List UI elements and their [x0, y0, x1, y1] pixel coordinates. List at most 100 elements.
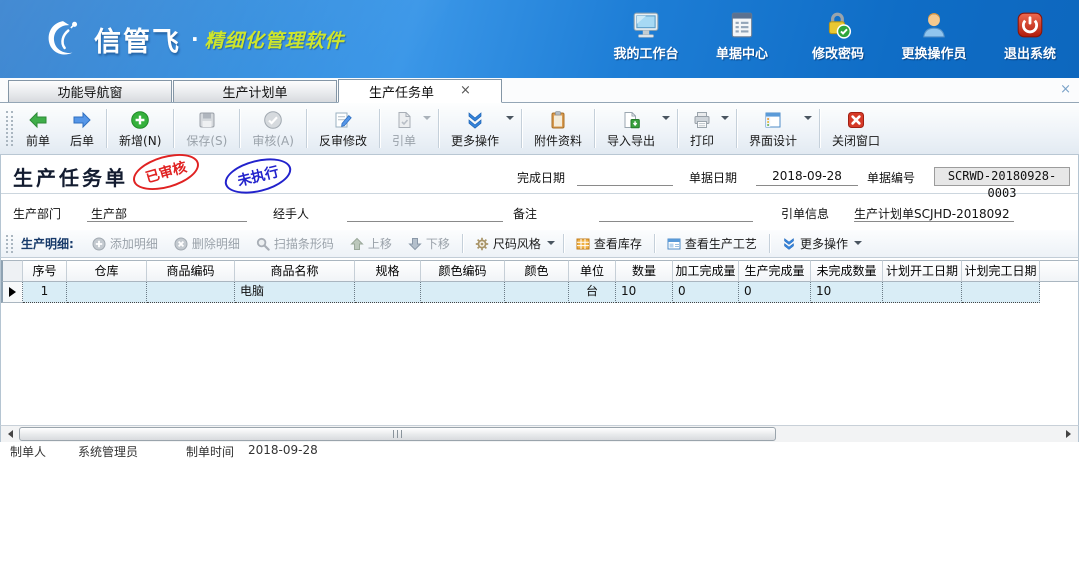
handler-label: 经手人	[273, 205, 309, 222]
move-down-button[interactable]: 下移	[400, 232, 458, 255]
cell-processed[interactable]: 0	[673, 282, 739, 303]
edit-pencil-icon	[333, 110, 353, 130]
add-detail-button[interactable]: 添加明细	[84, 232, 166, 255]
cell-product-name[interactable]: 电脑	[235, 282, 355, 303]
view-process-button[interactable]: 查看生产工艺	[659, 232, 765, 255]
up-arrow-icon	[350, 237, 364, 251]
print-button[interactable]: 打印	[680, 103, 734, 154]
pull-bill-button[interactable]: 引单	[382, 103, 436, 154]
size-style-button[interactable]: 尺码风格	[467, 232, 559, 255]
close-red-icon	[846, 110, 866, 130]
next-bill-button[interactable]: 后单	[60, 103, 104, 154]
prev-bill-button[interactable]: 前单	[16, 103, 60, 154]
form-title: 生产任务单	[13, 162, 128, 191]
cell-color[interactable]	[505, 282, 569, 303]
exit-system-button[interactable]: 退出系统	[995, 10, 1065, 62]
cell-product-code[interactable]	[147, 282, 235, 303]
department-field[interactable]: 生产部	[87, 205, 247, 222]
column-header[interactable]: 单位	[569, 260, 616, 282]
column-header[interactable]: 数量	[616, 260, 673, 282]
arrow-right-icon	[72, 110, 92, 130]
column-header[interactable]: 商品名称	[235, 260, 355, 282]
column-header[interactable]: 加工完成量	[673, 260, 739, 282]
detail-more-actions-button[interactable]: 更多操作	[774, 232, 866, 255]
column-header[interactable]: 计划开工日期	[883, 260, 962, 282]
cell-plan-start[interactable]	[883, 282, 962, 303]
cell-plan-finish[interactable]	[962, 282, 1040, 303]
horizontal-scrollbar[interactable]	[0, 425, 1079, 442]
more-actions-button[interactable]: 更多操作	[441, 103, 519, 154]
exit-system-power-icon	[1015, 10, 1045, 40]
time-value: 2018-09-28	[248, 443, 318, 457]
row-selector-cell[interactable]	[1, 282, 23, 303]
cell-spec[interactable]	[355, 282, 421, 303]
column-header[interactable]: 序号	[23, 260, 67, 282]
dropdown-arrow-icon	[804, 116, 812, 124]
cell-unit[interactable]: 台	[569, 282, 616, 303]
scroll-right-button[interactable]	[1061, 426, 1078, 442]
scroll-left-button[interactable]	[1, 426, 18, 442]
toolbar-drag-handle[interactable]	[6, 111, 13, 146]
detail-separator	[462, 234, 463, 253]
toolbar-separator	[173, 109, 174, 148]
attachments-button[interactable]: 附件资料	[524, 103, 592, 154]
column-header[interactable]: 未完成数量	[811, 260, 883, 282]
cell-produced[interactable]: 0	[739, 282, 811, 303]
delete-detail-button[interactable]: 删除明细	[166, 232, 248, 255]
toolbar-separator	[239, 109, 240, 148]
my-workbench-button[interactable]: 我的工作台	[611, 10, 681, 62]
tab-production-task[interactable]: 生产任务单 ×	[338, 79, 502, 103]
table-row[interactable]: 1 电脑 台 10 0 0 10	[1, 282, 1078, 303]
import-export-button[interactable]: 导入导出	[597, 103, 675, 154]
grid-header-row: 序号 仓库 商品编码 商品名称 规格 颜色编码 颜色 单位 数量 加工完成量 生…	[1, 260, 1078, 282]
inventory-grid-icon	[576, 237, 590, 251]
detail-separator	[654, 234, 655, 253]
toolbar-separator	[438, 109, 439, 148]
cell-seq[interactable]: 1	[23, 282, 67, 303]
tab-function-navigator[interactable]: 功能导航窗	[8, 80, 172, 102]
finish-date-field[interactable]	[577, 169, 673, 186]
scrollbar-thumb[interactable]	[19, 427, 776, 441]
add-new-button[interactable]: 新增(N)	[109, 103, 171, 154]
detail-section-label: 生产明细:	[21, 235, 74, 252]
bill-no-field[interactable]: SCRWD-20180928-0003	[934, 167, 1070, 186]
move-up-button[interactable]: 上移	[342, 232, 400, 255]
reverse-audit-button[interactable]: 反审修改	[309, 103, 377, 154]
view-inventory-button[interactable]: 查看库存	[568, 232, 650, 255]
column-header[interactable]: 颜色	[505, 260, 569, 282]
scan-barcode-button[interactable]: 扫描条形码	[248, 232, 342, 255]
cell-warehouse[interactable]	[67, 282, 147, 303]
column-header[interactable]: 生产完成量	[739, 260, 811, 282]
brand-name: 信管飞	[94, 20, 181, 59]
switch-operator-button[interactable]: 更换操作员	[899, 10, 969, 62]
remark-field[interactable]	[599, 205, 753, 222]
toolbar-separator	[379, 109, 380, 148]
toolbar-separator	[594, 109, 595, 148]
save-button[interactable]: 保存(S)	[176, 103, 237, 154]
handler-field[interactable]	[347, 205, 503, 222]
audit-button[interactable]: 审核(A)	[242, 103, 304, 154]
detail-toolbar-drag-handle[interactable]	[6, 235, 13, 253]
cell-quantity[interactable]: 10	[616, 282, 673, 303]
scroll-left-arrow-icon	[4, 430, 13, 438]
cell-color-code[interactable]	[421, 282, 505, 303]
tabstrip-close-icon[interactable]: ×	[1060, 82, 1071, 97]
cell-unfinished[interactable]: 10	[811, 282, 883, 303]
column-header[interactable]: 商品编码	[147, 260, 235, 282]
ui-design-button[interactable]: 界面设计	[739, 103, 817, 154]
column-header[interactable]: 规格	[355, 260, 421, 282]
status-strip: 制单人 系统管理员 制单时间 2018-09-28	[0, 442, 1079, 564]
column-header[interactable]: 计划完工日期	[962, 260, 1040, 282]
toolbar-separator	[677, 109, 678, 148]
column-header[interactable]: 颜色编码	[421, 260, 505, 282]
tab-close-icon[interactable]: ×	[460, 86, 471, 96]
detail-separator	[769, 234, 770, 253]
bill-date-field[interactable]: 2018-09-28	[756, 169, 858, 186]
change-password-button[interactable]: 修改密码	[803, 10, 873, 62]
close-window-button[interactable]: 关闭窗口	[822, 103, 890, 154]
document-center-button[interactable]: 单据中心	[707, 10, 777, 62]
brand-tagline: 精细化管理软件	[205, 26, 345, 53]
ref-info-field[interactable]: 生产计划单SCJHD-2018092	[854, 205, 1014, 222]
column-header[interactable]: 仓库	[67, 260, 147, 282]
tab-production-plan[interactable]: 生产计划单	[173, 80, 337, 102]
